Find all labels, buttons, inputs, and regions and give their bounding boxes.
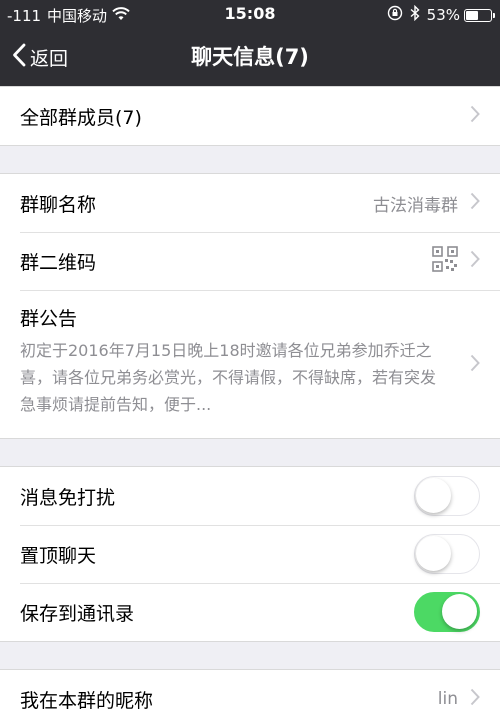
battery-percent: 53%: [426, 6, 460, 24]
page-title: 聊天信息(7): [191, 45, 309, 69]
chevron-right-icon: [470, 105, 480, 127]
pin-toggle[interactable]: [414, 534, 480, 574]
rotation-lock-icon: [387, 5, 403, 25]
pin-row: 置顶聊天: [0, 525, 500, 583]
nickname-section: 我在本群的昵称 lin: [0, 669, 500, 711]
battery-icon: [464, 8, 495, 22]
group-qr-row[interactable]: 群二维码: [0, 232, 500, 290]
mute-label: 消息免打扰: [20, 486, 116, 509]
toggle-knob: [442, 594, 477, 629]
nickname-value: lin: [437, 689, 458, 709]
group-name-value: 古法消毒群: [373, 195, 458, 216]
battery-fill: [466, 10, 478, 20]
chevron-right-icon: [470, 688, 480, 710]
all-members-row[interactable]: 全部群成员(7): [0, 87, 500, 145]
pin-label: 置顶聊天: [20, 544, 97, 567]
mute-row: 消息免打扰: [0, 467, 500, 525]
status-right: 53%: [387, 4, 495, 25]
nickname-label: 我在本群的昵称: [20, 689, 154, 711]
all-members-label: 全部群成员(7): [20, 106, 142, 129]
group-notice-label: 群公告: [20, 308, 78, 330]
group-notice-row[interactable]: 群公告 初定于2016年7月15日晚上18时邀请各位兄弟参加乔迁之喜，请各位兄弟…: [0, 290, 500, 438]
save-contacts-row: 保存到通讯录: [0, 583, 500, 641]
toggle-knob: [416, 536, 451, 571]
group-qr-label: 群二维码: [20, 251, 97, 274]
group-name-row[interactable]: 群聊名称 古法消毒群: [0, 174, 500, 232]
group-notice-text: 初定于2016年7月15日晚上18时邀请各位兄弟参加乔迁之喜，请各位兄弟务必赏光…: [20, 341, 437, 414]
group-name-label: 群聊名称: [20, 193, 97, 216]
save-contacts-toggle[interactable]: [414, 592, 480, 632]
chevron-right-icon: [470, 250, 480, 272]
qr-code-icon: [432, 246, 470, 276]
save-contacts-label: 保存到通讯录: [20, 602, 135, 625]
toggle-knob: [416, 478, 451, 513]
bluetooth-icon: [410, 4, 420, 25]
status-bar: -111 中国移动 15:08 53%: [0, 0, 500, 28]
group-info-section: 群聊名称 古法消毒群 群二维码 群公告 初定于2016年7月15日晚上18时邀请…: [0, 173, 500, 439]
chevron-right-icon: [470, 192, 480, 214]
mute-toggle[interactable]: [414, 476, 480, 516]
members-section: 全部群成员(7): [0, 86, 500, 146]
chat-settings-section: 消息免打扰 置顶聊天 保存到通讯录: [0, 466, 500, 642]
navigation-bar: 返回 聊天信息(7): [0, 28, 500, 86]
nickname-row[interactable]: 我在本群的昵称 lin: [0, 670, 500, 711]
